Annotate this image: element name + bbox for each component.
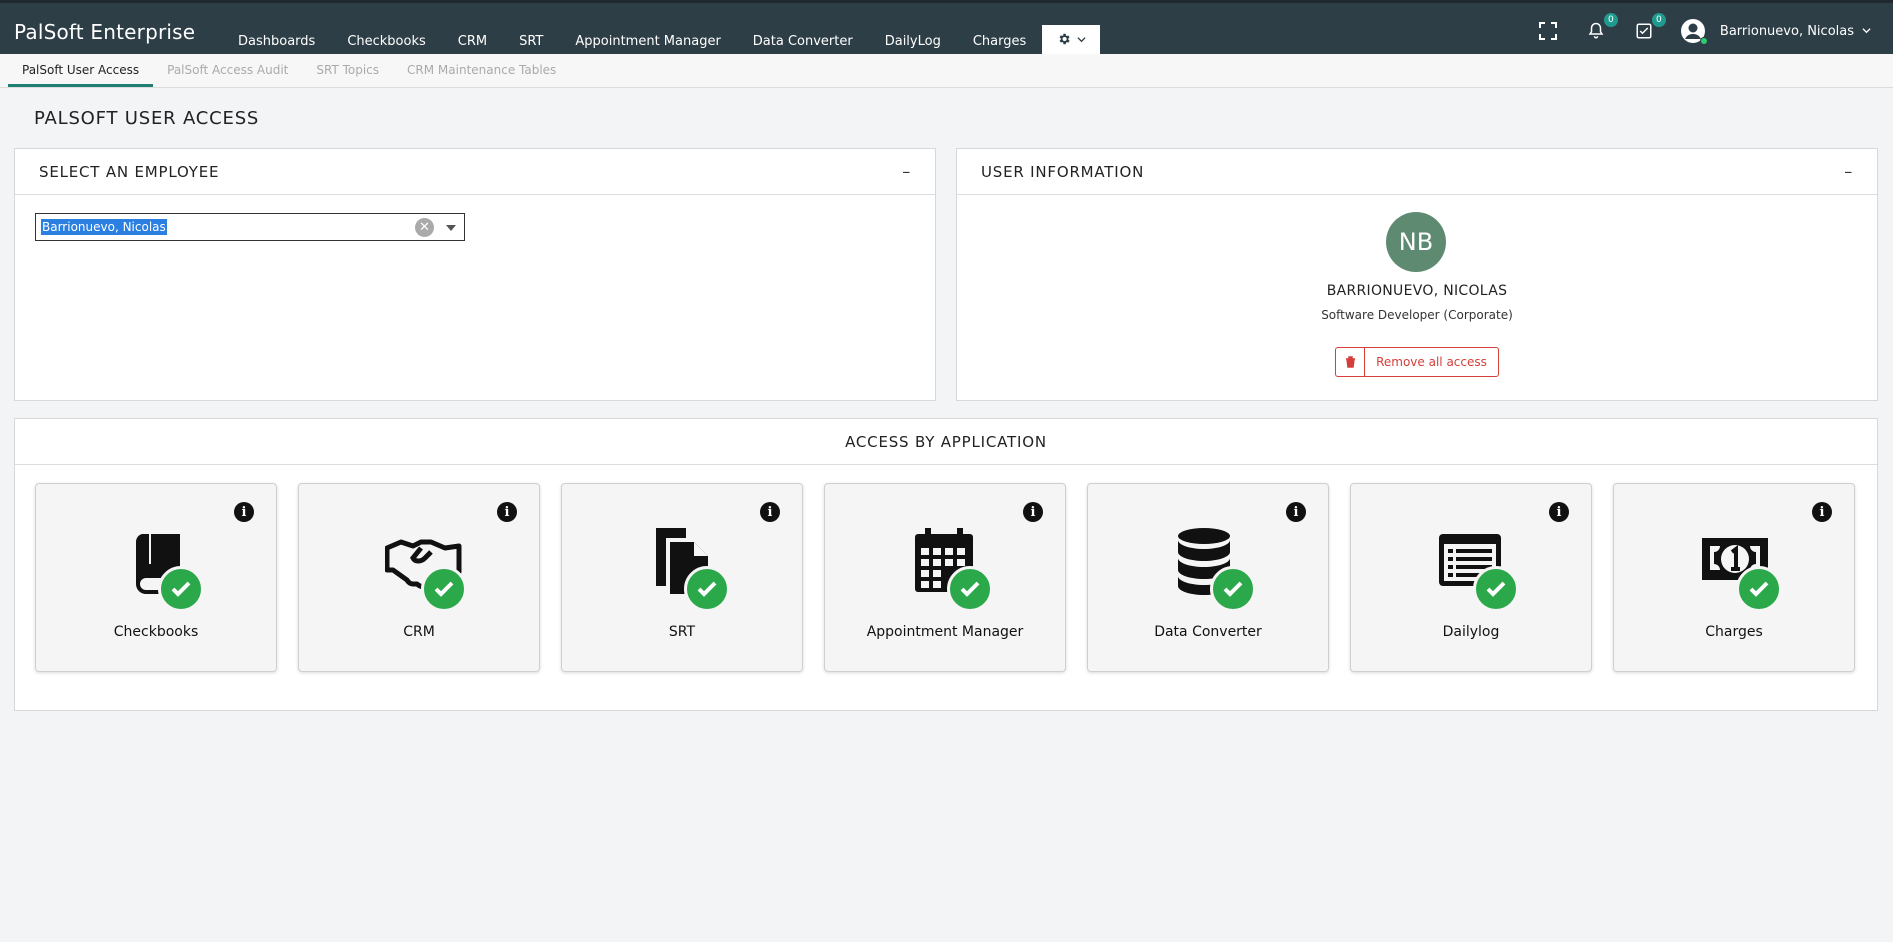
dropdown-arrow-icon[interactable] <box>446 225 456 231</box>
panel-title: USER INFORMATION <box>981 162 1145 181</box>
info-icon[interactable]: i <box>1023 502 1043 522</box>
user-role: Software Developer (Corporate) <box>1321 308 1513 322</box>
notifications-badge: 0 <box>1603 13 1618 27</box>
tab-palsoft-access-audit[interactable]: PalSoft Access Audit <box>153 54 302 87</box>
panel-title: ACCESS BY APPLICATION <box>845 432 1047 451</box>
nav-srt[interactable]: SRT <box>503 25 559 57</box>
app-card-label: CRM <box>403 624 435 640</box>
user-name: Barrionuevo, Nicolas <box>1719 23 1854 39</box>
app-card-appointment-manager[interactable]: i Appointment Manager <box>824 483 1066 672</box>
avatar: NB <box>1386 212 1446 272</box>
check-circle-icon <box>1210 566 1256 612</box>
check-circle-icon <box>1736 566 1782 612</box>
info-icon[interactable]: i <box>1812 502 1832 522</box>
info-icon[interactable]: i <box>760 502 780 522</box>
remove-all-access-button[interactable]: Remove all access <box>1335 347 1499 377</box>
check-circle-icon <box>947 566 993 612</box>
page-title: PALSOFT USER ACCESS <box>34 108 260 129</box>
user-full-name: BARRIONUEVO, NICOLAS <box>1326 283 1508 299</box>
tasks-badge: 0 <box>1651 13 1666 27</box>
online-status-dot <box>1699 37 1708 45</box>
application-cards: i Checkbooks i CRM i SRT i Appointment M… <box>35 483 1855 672</box>
select-employee-panel: SELECT AN EMPLOYEE – Barrionuevo, Nicola… <box>14 148 936 401</box>
top-navbar: PalSoft Enterprise Dashboards Checkbooks… <box>0 0 1893 57</box>
nav-crm[interactable]: CRM <box>442 25 503 57</box>
info-icon[interactable]: i <box>1286 502 1306 522</box>
nav-appointment-manager[interactable]: Appointment Manager <box>559 25 736 57</box>
collapse-button[interactable]: – <box>902 162 911 181</box>
panel-header: ACCESS BY APPLICATION <box>15 419 1877 465</box>
nav-charges[interactable]: Charges <box>957 25 1042 57</box>
user-avatar-icon <box>1680 18 1708 45</box>
sub-tabs: PalSoft User Access PalSoft Access Audit… <box>0 54 1893 88</box>
nav-dashboards[interactable]: Dashboards <box>222 25 331 57</box>
panel-header: USER INFORMATION – <box>957 149 1877 195</box>
app-card-label: SRT <box>668 624 696 640</box>
app-card-label: Checkbooks <box>113 624 199 640</box>
user-menu[interactable]: Barrionuevo, Nicolas <box>1680 18 1893 45</box>
check-circle-icon <box>684 566 730 612</box>
notifications-bell-icon[interactable]: 0 <box>1584 13 1618 43</box>
app-card-label: Data Converter <box>1154 624 1262 640</box>
employee-select[interactable]: Barrionuevo, Nicolas ✕ <box>35 213 465 241</box>
nav-dailylog[interactable]: DailyLog <box>869 25 957 57</box>
app-card-label: Dailylog <box>1442 624 1500 640</box>
main-nav: Dashboards Checkbooks CRM SRT Appointmen… <box>222 25 1101 57</box>
tab-palsoft-user-access[interactable]: PalSoft User Access <box>8 54 154 87</box>
nav-data-converter[interactable]: Data Converter <box>737 25 869 57</box>
check-circle-icon <box>1473 566 1519 612</box>
fullscreen-icon[interactable] <box>1536 19 1560 43</box>
trash-icon <box>1336 348 1365 376</box>
app-brand[interactable]: PalSoft Enterprise <box>14 20 195 44</box>
app-card-dailylog[interactable]: i Dailylog <box>1350 483 1592 672</box>
check-circle-icon <box>158 566 204 612</box>
nav-checkbooks[interactable]: Checkbooks <box>331 25 441 57</box>
info-icon[interactable]: i <box>1549 502 1569 522</box>
info-icon[interactable]: i <box>234 502 254 522</box>
panel-header: SELECT AN EMPLOYEE – <box>15 149 935 195</box>
user-information-panel: USER INFORMATION – NB BARRIONUEVO, NICOL… <box>956 148 1878 401</box>
app-card-checkbooks[interactable]: i Checkbooks <box>35 483 277 672</box>
app-card-crm[interactable]: i CRM <box>298 483 540 672</box>
remove-all-access-label: Remove all access <box>1376 355 1487 369</box>
clear-icon[interactable]: ✕ <box>415 218 434 237</box>
nav-settings-menu[interactable] <box>1042 25 1101 57</box>
access-by-application-panel: ACCESS BY APPLICATION i Checkbooks i CRM… <box>14 418 1878 711</box>
employee-select-value[interactable]: Barrionuevo, Nicolas <box>41 219 167 235</box>
app-card-label: Charges <box>1705 624 1763 640</box>
tab-crm-maintenance-tables[interactable]: CRM Maintenance Tables <box>393 54 570 87</box>
app-card-charges[interactable]: i Charges <box>1613 483 1855 672</box>
panel-title: SELECT AN EMPLOYEE <box>39 162 220 181</box>
tasks-check-icon[interactable]: 0 <box>1632 13 1666 43</box>
app-card-srt[interactable]: i SRT <box>561 483 803 672</box>
tab-srt-topics[interactable]: SRT Topics <box>302 54 393 87</box>
topbar-actions: 0 0 Barrionuevo, Nicolas <box>1536 13 1893 47</box>
check-circle-icon <box>421 566 467 612</box>
collapse-button[interactable]: – <box>1844 162 1853 181</box>
app-card-data-converter[interactable]: i Data Converter <box>1087 483 1329 672</box>
app-card-label: Appointment Manager <box>866 624 1024 640</box>
info-icon[interactable]: i <box>497 502 517 522</box>
chevron-down-icon <box>1862 24 1871 39</box>
